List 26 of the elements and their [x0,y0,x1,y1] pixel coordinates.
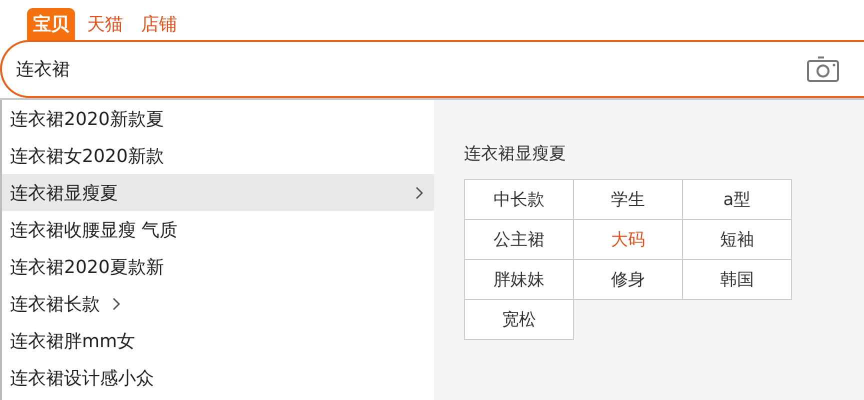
suggestion-item[interactable]: 连衣裙女2020新款 [2,137,434,174]
tag-link[interactable]: 中长款 [465,180,574,220]
tag-link[interactable]: a型 [683,180,792,220]
suggestion-item[interactable]: 连衣裙设计感小众 [2,359,434,396]
search-field[interactable]: 连衣裙 [0,40,864,98]
suggestion-item[interactable]: 连衣裙长款 [2,285,434,322]
camera-icon[interactable] [806,55,840,83]
tag-link[interactable]: 短袖 [683,220,792,260]
tag-link[interactable]: 宽松 [465,300,574,340]
tag-link[interactable]: 修身 [574,260,683,300]
chevron-icon [415,186,424,200]
tag-link[interactable]: 公主裙 [465,220,574,260]
tag-link[interactable]: 大码 [574,220,683,260]
panel-title: 连衣裙显瘦夏 [464,143,567,165]
chevron-icon [112,296,121,310]
tag-link[interactable]: 学生 [574,180,683,220]
suggestion-item[interactable]: 连衣裙收腰显瘦 气质 [2,211,434,248]
suggestion-item[interactable]: 连衣裙显瘦夏 [2,174,434,211]
tag-link[interactable]: 胖妹妹 [465,260,574,300]
suggestion-item[interactable]: 连衣裙胖mm女 [2,322,434,359]
search-tab[interactable]: 店铺 [135,8,183,40]
tag-link[interactable]: 韩国 [683,260,792,300]
suggestion-item[interactable]: 连衣裙2020新款夏 [2,100,434,137]
search-tab[interactable]: 天猫 [81,8,129,40]
suggestion-item[interactable]: 连衣裙2020夏款新 [2,248,434,285]
search-query: 连衣裙 [16,58,71,81]
